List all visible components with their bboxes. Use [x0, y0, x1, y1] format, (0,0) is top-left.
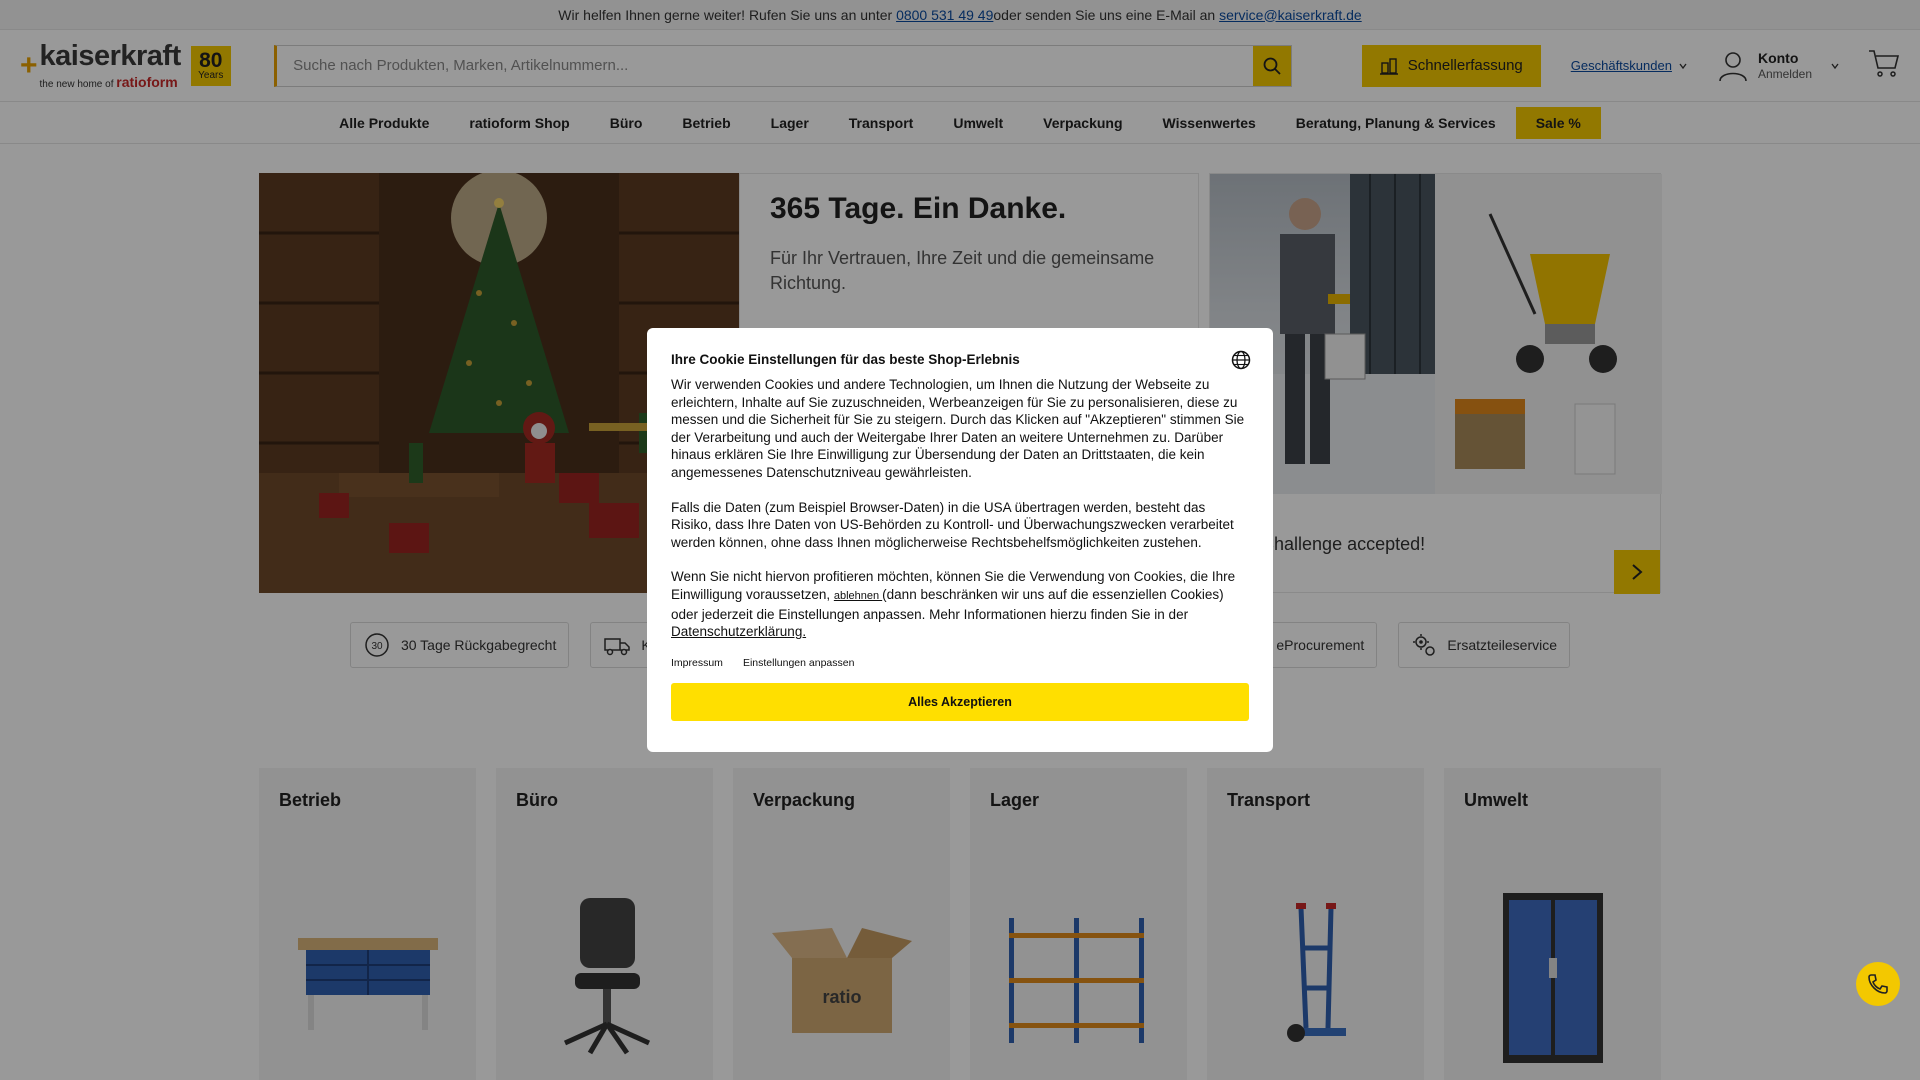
cookie-consent-dialog: Ihre Cookie Einstellungen für das beste …	[647, 328, 1273, 752]
cookie-footer-links: Impressum Einstellungen anpassen	[671, 657, 1249, 669]
globe-icon	[1231, 350, 1251, 370]
phone-contact-button[interactable]	[1856, 962, 1900, 1006]
accept-all-button[interactable]: Alles Akzeptieren	[671, 682, 1249, 721]
privacy-policy-link[interactable]: Datenschutzerklärung.	[671, 624, 806, 639]
cookie-paragraph-3: Wenn Sie nicht hiervon profitieren möcht…	[671, 568, 1249, 640]
cookie-paragraph-1: Wir verwenden Cookies und andere Technol…	[671, 377, 1245, 480]
imprint-link[interactable]: Impressum	[671, 657, 723, 669]
cookie-paragraph-2: Falls die Daten (zum Beispiel Browser-Da…	[671, 499, 1234, 550]
language-button[interactable]	[1231, 350, 1251, 375]
adjust-settings-link[interactable]: Einstellungen anpassen	[743, 657, 855, 669]
reject-link[interactable]: ablehnen	[834, 590, 882, 602]
cookie-title: Ihre Cookie Einstellungen für das beste …	[671, 352, 1020, 367]
phone-icon	[1868, 974, 1888, 994]
